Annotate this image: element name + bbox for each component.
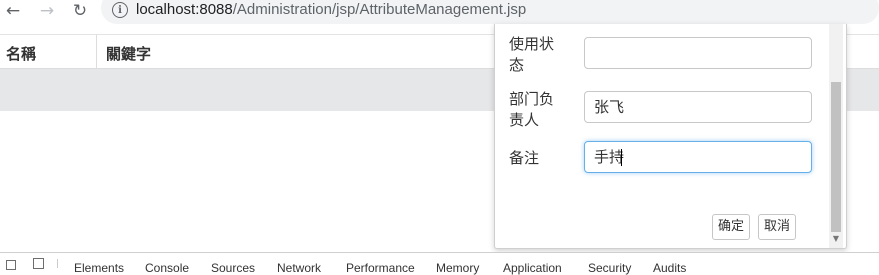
device-toolbar-icon[interactable] <box>33 258 44 269</box>
edit-dialog: 使用状态 部门负责人 张飞 备注 手持 确定 取消 <box>494 24 847 249</box>
devtools-tab-console[interactable]: Console <box>145 261 189 275</box>
url-path: /Administration/jsp/AttributeManagement.… <box>232 1 527 18</box>
scrollbar-thumb[interactable] <box>831 82 841 232</box>
cancel-button[interactable]: 取消 <box>758 214 797 240</box>
devtools-tab-memory[interactable]: Memory <box>436 261 479 275</box>
devtools-tab-audits[interactable]: Audits <box>653 261 686 275</box>
devtools-tab-performance[interactable]: Performance <box>346 261 415 275</box>
arrow-left-icon[interactable]: ← <box>2 0 24 22</box>
scroll-down-icon[interactable]: ▼ <box>831 234 841 244</box>
text-caret <box>621 149 623 166</box>
remark-input[interactable]: 手持 <box>584 141 812 173</box>
browser-toolbar: ← → ↻ i localhost:8088/Administration/js… <box>0 0 879 24</box>
column-divider <box>96 35 97 68</box>
confirm-button[interactable]: 确定 <box>712 214 751 240</box>
devtools-tab-elements[interactable]: Elements <box>74 261 124 275</box>
devtools-tab-security[interactable]: Security <box>588 261 631 275</box>
department-head-input[interactable]: 张飞 <box>584 91 812 123</box>
devtools-separator <box>57 259 58 268</box>
reload-icon[interactable]: ↻ <box>69 0 91 22</box>
remark-value: 手持 <box>594 148 625 166</box>
url-text[interactable]: localhost:8088/Administration/jsp/Attrib… <box>136 0 526 20</box>
devtools-tabbar: Elements Console Sources Network Perform… <box>0 252 879 275</box>
url-host: localhost:8088 <box>136 1 233 18</box>
devtools-tab-application[interactable]: Application <box>503 261 562 275</box>
devtools-tab-sources[interactable]: Sources <box>211 261 255 275</box>
devtools-tab-network[interactable]: Network <box>277 261 321 275</box>
arrow-right-icon[interactable]: → <box>36 0 58 22</box>
info-icon[interactable]: i <box>112 2 128 18</box>
status-label: 使用状态 <box>509 35 555 74</box>
status-input[interactable] <box>584 37 812 69</box>
remark-label: 备注 <box>509 149 540 167</box>
column-header-keyword[interactable]: 關鍵字 <box>106 43 151 64</box>
inspect-element-icon[interactable] <box>6 260 16 270</box>
department-head-label: 部门负责人 <box>509 90 555 129</box>
column-header-name[interactable]: 名稱 <box>6 43 36 64</box>
